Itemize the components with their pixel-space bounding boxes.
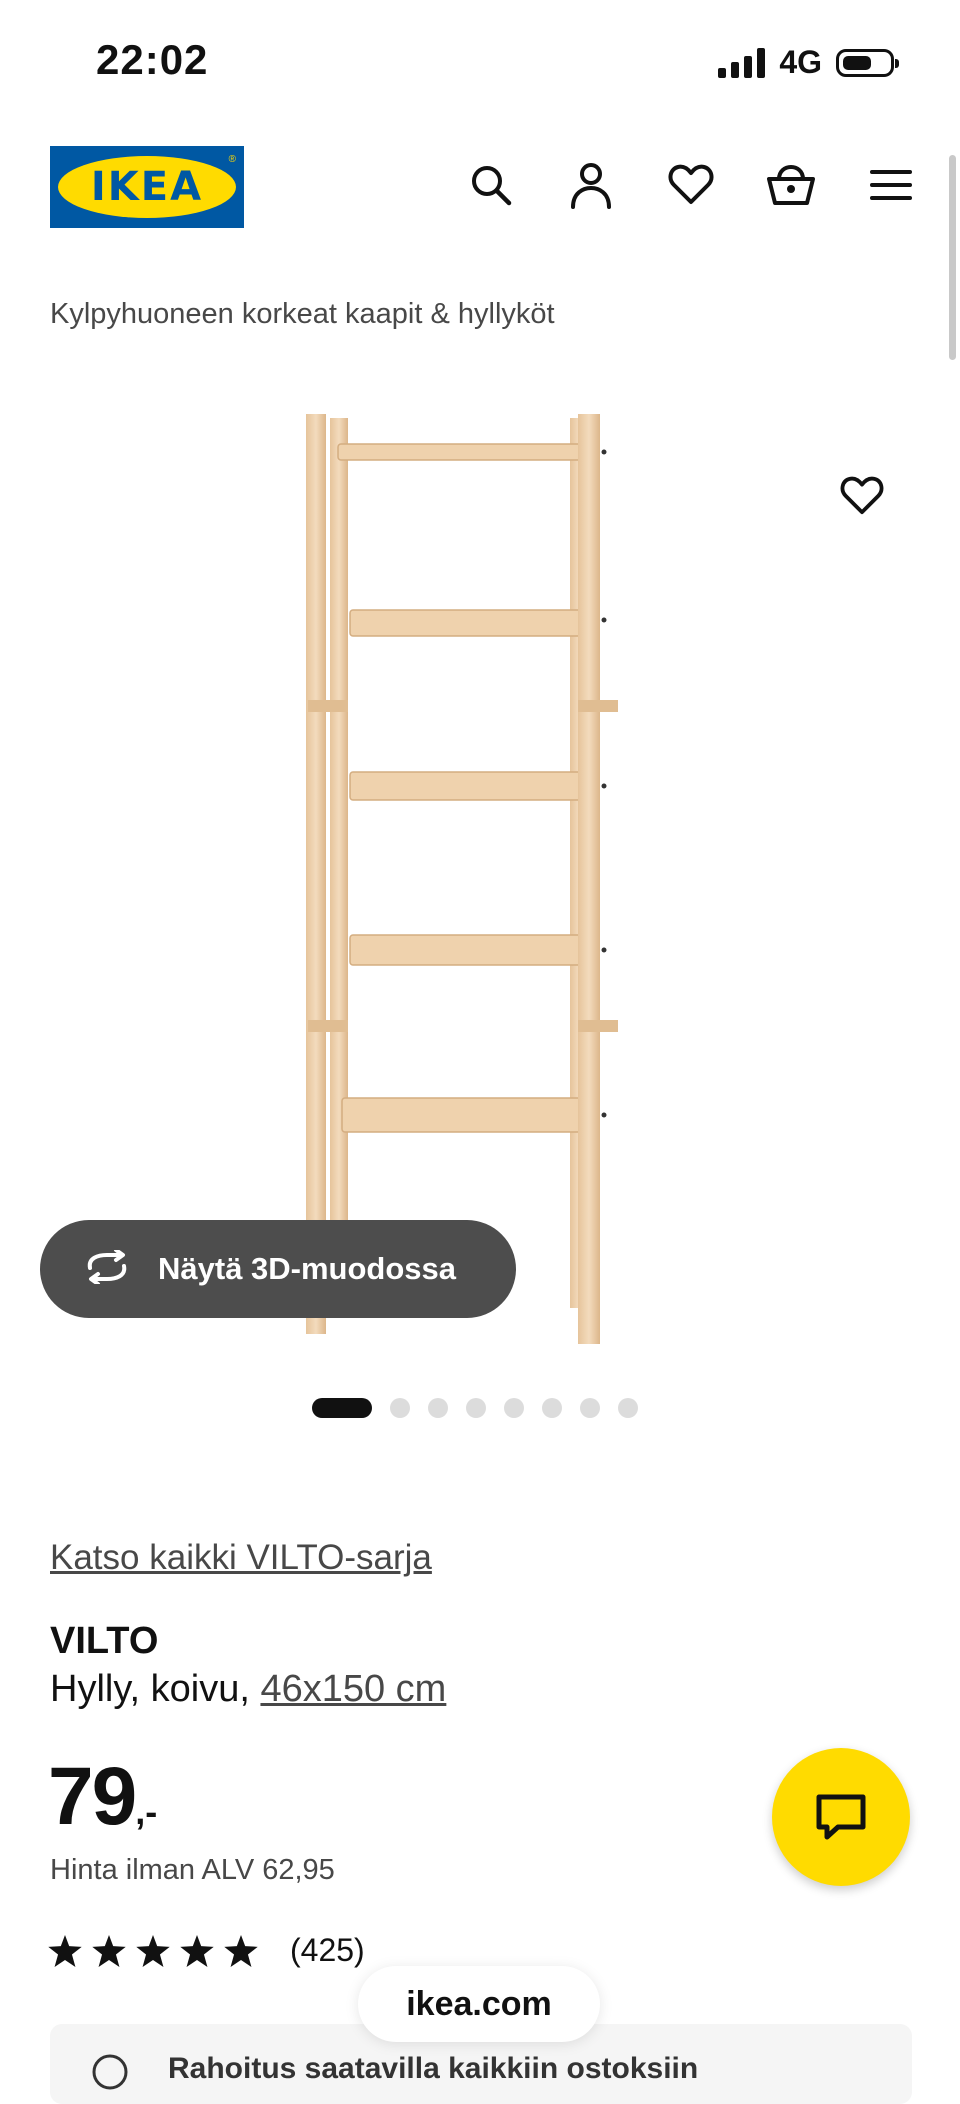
finance-text: Rahoitus saatavilla kaikkiin ostoksiin: [168, 2052, 699, 2085]
star-icon: [136, 1934, 170, 1967]
add-to-wishlist-button[interactable]: [832, 466, 892, 526]
product-description: Hylly, koivu, 46x150 cm: [50, 1668, 446, 1711]
view-3d-label: Näytä 3D-muodossa: [158, 1251, 457, 1286]
rotate-3d-icon: [82, 1247, 132, 1289]
product-price: 79 ,-: [48, 1750, 157, 1844]
page-scrollbar[interactable]: [949, 155, 956, 360]
header-nav: [462, 150, 920, 220]
series-link[interactable]: Katso kaikki VILTO-sarja: [50, 1538, 432, 1578]
product-rating[interactable]: (425): [48, 1932, 365, 1969]
star-icon: [48, 1934, 82, 1967]
account-icon[interactable]: [562, 150, 620, 220]
price-suffix: ,-: [135, 1791, 158, 1832]
star-icon: [180, 1934, 214, 1967]
view-3d-button[interactable]: Näytä 3D-muodossa: [40, 1220, 516, 1318]
price-integer: 79: [48, 1751, 137, 1842]
gallery-dot[interactable]: [542, 1398, 562, 1418]
product-type: Hylly, koivu,: [50, 1668, 261, 1710]
status-time: 22:02: [96, 36, 209, 83]
rating-stars: [48, 1934, 258, 1967]
basket-icon[interactable]: [762, 150, 820, 220]
star-icon: [92, 1934, 126, 1967]
gallery-dot[interactable]: [312, 1398, 372, 1418]
finance-icon: [90, 2052, 130, 2097]
search-icon[interactable]: [462, 150, 520, 220]
heart-icon[interactable]: [662, 150, 720, 220]
gallery-dot[interactable]: [428, 1398, 448, 1418]
size-link[interactable]: 46x150 cm: [260, 1668, 446, 1710]
status-indicators: 4G: [718, 44, 899, 81]
gallery-dot[interactable]: [580, 1398, 600, 1418]
url-text: ikea.com: [406, 1984, 552, 2023]
star-icon: [224, 1934, 258, 1967]
ikea-logo[interactable]: IKEA ®: [50, 146, 244, 228]
review-count: (425): [290, 1932, 365, 1968]
gallery-dot[interactable]: [504, 1398, 524, 1418]
battery-icon: [836, 48, 899, 77]
product-image[interactable]: [300, 410, 660, 1350]
signal-icon: [718, 47, 766, 78]
gallery-dot[interactable]: [618, 1398, 638, 1418]
price-without-vat: Hinta ilman ALV 62,95: [50, 1854, 335, 1886]
gallery-dot[interactable]: [390, 1398, 410, 1418]
menu-icon[interactable]: [862, 150, 920, 220]
chat-icon: [816, 1794, 866, 1840]
gallery-pagination: [312, 1398, 638, 1418]
network-type: 4G: [779, 44, 822, 80]
browser-url-bar[interactable]: ikea.com: [358, 1966, 600, 2042]
gallery-dot[interactable]: [466, 1398, 486, 1418]
breadcrumb[interactable]: Kylpyhuoneen korkeat kaapit & hyllyköt: [50, 298, 555, 331]
logo-text: IKEA: [90, 164, 204, 210]
chat-button[interactable]: [772, 1748, 910, 1886]
product-name: VILTO: [50, 1620, 159, 1662]
